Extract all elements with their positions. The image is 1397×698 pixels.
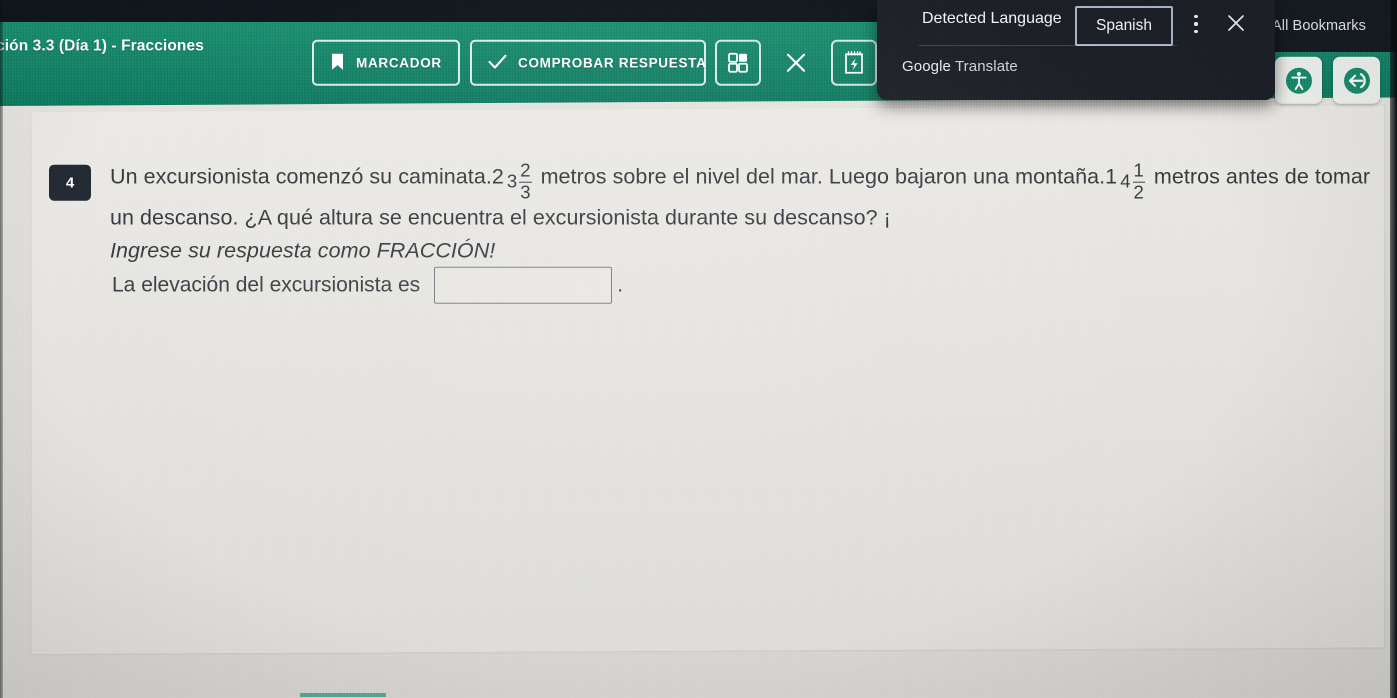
monitor-bezel-left (0, 0, 3, 698)
question-text: Un excursionista comenzó su caminata.2 3 2… (110, 159, 1372, 268)
brand-google: Google (902, 58, 951, 75)
bookmark-icon (330, 52, 345, 73)
answer-trailing-period: . (617, 273, 624, 297)
answer-input[interactable] (434, 266, 613, 304)
fraction-1-numerator: 2 (519, 159, 532, 183)
accessibility-icon (1285, 67, 1312, 94)
screen-photo: All Bookmarks ción 3.3 (Día 1) - Fraccio… (0, 0, 1397, 698)
exit-back-arrow-icon (1343, 67, 1370, 94)
fraction-1-denominator: 3 (520, 181, 531, 203)
google-translate-brand: Google Translate (902, 58, 1018, 75)
detected-language-label: Detected Language (922, 10, 1062, 27)
kebab-menu-icon[interactable] (1187, 13, 1205, 35)
screen-edge-artifact (300, 693, 386, 697)
content-area: 4 Un excursionista comenzó su caminata.2… (0, 96, 1397, 698)
check-icon (488, 53, 507, 72)
close-icon[interactable] (1224, 11, 1248, 35)
answer-prompt-label: La elevación del excursionista es (112, 273, 421, 297)
answer-row: La elevación del excursionista es . (112, 266, 624, 304)
bookmark-button-label: MARCADOR (356, 55, 442, 71)
fraction-1-whole: 3 (506, 171, 518, 193)
question-number-badge: 4 (49, 164, 91, 201)
google-translate-popup: Detected Language Spanish Google Transla… (877, 0, 1275, 100)
exit-back-button[interactable] (1333, 56, 1380, 104)
fraction-2-numerator: 1 (1132, 159, 1145, 183)
question-card: 4 Un excursionista comenzó su caminata.2… (32, 105, 1385, 654)
question-part-1: Un excursionista comenzó su caminata.2 (110, 164, 504, 189)
mixed-fraction-2: 412 (1120, 159, 1145, 203)
fraction-2-denominator: 2 (1133, 181, 1144, 203)
check-answer-button-label: COMPROBAR RESPUESTA (518, 55, 707, 71)
bookmark-button[interactable]: MARCADOR (312, 39, 460, 86)
language-select-value: Spanish (1095, 17, 1152, 34)
accessibility-button[interactable] (1275, 56, 1322, 104)
check-answer-button[interactable]: COMPROBAR RESPUESTA (470, 39, 707, 86)
language-select-chip[interactable]: Spanish (1075, 6, 1173, 46)
mixed-fraction-1: 323 (506, 159, 532, 203)
calculator-grid-icon[interactable] (715, 39, 761, 86)
close-x-icon[interactable] (773, 40, 819, 86)
translate-popup-divider (919, 45, 1177, 46)
question-part-2: metros sobre el nivel del mar. Luego baj… (540, 164, 1118, 189)
page-title: ción 3.3 (Día 1) - Fracciones (0, 37, 204, 55)
scratchpad-icon[interactable] (831, 39, 877, 86)
monitor-bezel-right (1390, 0, 1397, 698)
fraction-2-whole: 4 (1120, 171, 1131, 193)
brand-translate: Translate (950, 58, 1018, 75)
all-bookmarks-label: All Bookmarks (1272, 18, 1366, 34)
question-instruction-italic: Ingrese su respuesta como FRACCIÓN! (110, 238, 496, 263)
